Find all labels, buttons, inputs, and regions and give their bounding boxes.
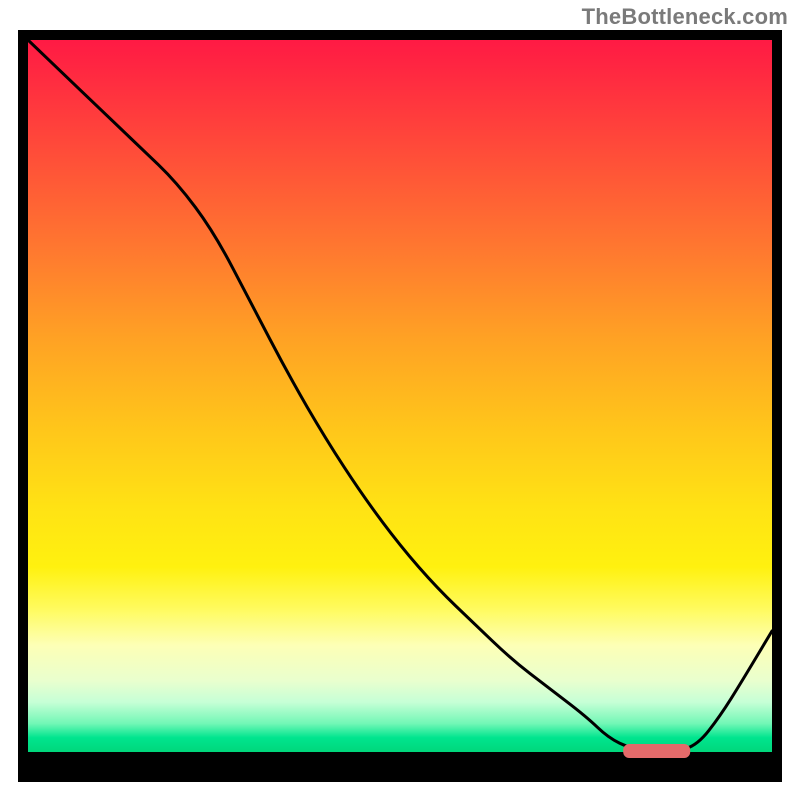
attribution-label: TheBottleneck.com [582,4,788,30]
gradient-background [28,40,772,752]
chart-container: TheBottleneck.com [0,0,800,800]
plot-frame [18,30,782,782]
